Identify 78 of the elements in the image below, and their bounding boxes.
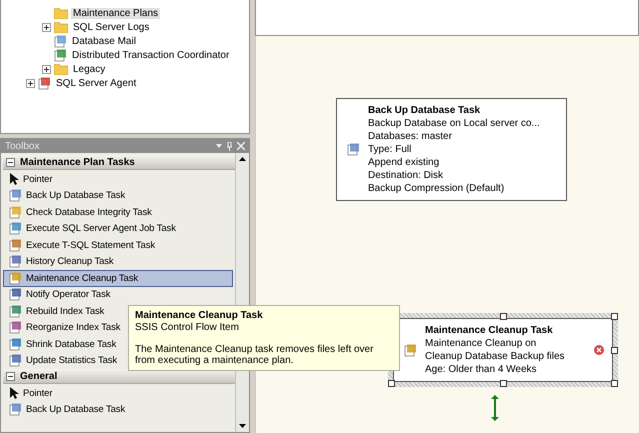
task-icon — [9, 189, 22, 202]
task-icon — [54, 34, 67, 48]
pointer-icon — [9, 173, 19, 186]
task-icon — [347, 143, 360, 156]
resize-handle[interactable] — [500, 313, 506, 320]
task-detail: Type: Full — [368, 144, 412, 155]
task-detail: Destination: Disk — [368, 170, 444, 181]
collapse-toggle[interactable] — [6, 158, 15, 166]
task-icon — [9, 304, 22, 318]
task-detail: Backup Database on Local server co... — [368, 118, 540, 129]
tree-item[interactable]: SQL Server Agent — [54, 78, 138, 88]
tree-item[interactable]: Maintenance Plans — [71, 8, 160, 18]
task-icon — [9, 238, 22, 252]
task-detail: Append existing — [368, 157, 440, 168]
close-icon[interactable] — [237, 142, 245, 150]
globe-icon — [54, 48, 67, 62]
task-title: Back Up Database Task — [368, 105, 482, 116]
collapse-toggle[interactable] — [6, 372, 15, 380]
section-title: Maintenance Plan Tasks — [20, 156, 135, 168]
tooltip-subtitle: SSIS Control Flow Item — [135, 322, 240, 333]
task-icon — [9, 222, 22, 236]
pin-icon[interactable] — [226, 142, 233, 150]
toolbox-item[interactable]: Back Up Database Task — [3, 402, 233, 418]
toolbox-item[interactable]: History Cleanup Task — [3, 254, 233, 270]
toolbox-item[interactable]: Maintenance Cleanup Task — [3, 270, 233, 286]
tree-item[interactable]: Distributed Transaction Coordinator — [70, 50, 232, 60]
toolbox-item[interactable]: Check Database Integrity Task — [3, 204, 233, 220]
tree-item[interactable]: SQL Server Logs — [71, 22, 152, 32]
expand-toggle[interactable] — [26, 78, 35, 88]
tooltip-description: The Maintenance Cleanup task removes files left over from executing a maintenance plan. — [135, 344, 374, 366]
resize-handle[interactable] — [500, 380, 506, 387]
tree-item[interactable]: Legacy — [71, 64, 108, 74]
task-detail: Backup Compression (Default) — [368, 183, 506, 194]
toolbox-item[interactable]: Execute SQL Server Agent Job Task — [3, 220, 233, 237]
folder-icon — [54, 8, 68, 18]
minus-icon[interactable] — [8, 160, 13, 164]
resize-handle[interactable] — [611, 346, 618, 354]
connector-arrow[interactable] — [490, 395, 500, 421]
task-title: Maintenance Cleanup Task — [425, 325, 554, 336]
toolbox-item[interactable]: Back Up Database Task — [3, 188, 233, 204]
dropdown-icon[interactable] — [216, 144, 222, 148]
task-icon — [9, 288, 22, 302]
resize-handle[interactable] — [388, 380, 395, 387]
plus-icon[interactable] — [44, 66, 49, 72]
task-icon — [9, 255, 22, 268]
agent-icon — [38, 76, 51, 90]
expand-toggle[interactable] — [42, 22, 51, 32]
tree-item[interactable]: Database Mail — [70, 36, 138, 46]
resize-handle[interactable] — [611, 313, 618, 320]
plus-icon[interactable] — [44, 24, 49, 30]
task-icon — [9, 272, 22, 285]
toolbox-item[interactable]: Pointer — [3, 171, 233, 188]
task-icon — [9, 206, 22, 219]
tooltip-title: Maintenance Cleanup Task — [135, 310, 264, 321]
task-detail: Maintenance Cleanup on — [425, 338, 538, 349]
panel-title: Toolbox — [5, 140, 40, 152]
section-header[interactable]: General — [3, 369, 235, 384]
resize-handle[interactable] — [611, 380, 618, 387]
task-icon — [404, 344, 417, 356]
section-title: General — [20, 370, 58, 382]
minus-icon[interactable] — [8, 374, 13, 378]
task-detail: Cleanup Database Backup files — [425, 351, 565, 362]
task-icon — [9, 321, 22, 334]
task-detail: Age: Older than 4 Weeks — [425, 364, 538, 375]
folder-icon — [54, 22, 68, 32]
expand-toggle[interactable] — [42, 64, 51, 74]
toolbox-item[interactable]: Pointer — [3, 385, 233, 402]
task-icon — [9, 403, 22, 416]
plus-icon[interactable] — [28, 80, 33, 86]
pointer-icon — [9, 387, 19, 400]
task-shape[interactable]: Back Up Database Task Backup Database on Local server co... Databases: master Type: Full Append existing Destination: Disk Backup Compression (Default) — [336, 98, 567, 201]
toolbox-item[interactable]: Notify Operator Task — [3, 286, 233, 303]
section-header[interactable]: Maintenance Plan Tasks — [3, 155, 235, 170]
toolbox-item[interactable]: Execute T-SQL Statement Task — [3, 237, 233, 254]
folder-icon — [54, 64, 68, 74]
task-detail: Databases: master — [368, 131, 453, 142]
task-icon — [9, 338, 22, 351]
task-icon — [9, 354, 22, 368]
